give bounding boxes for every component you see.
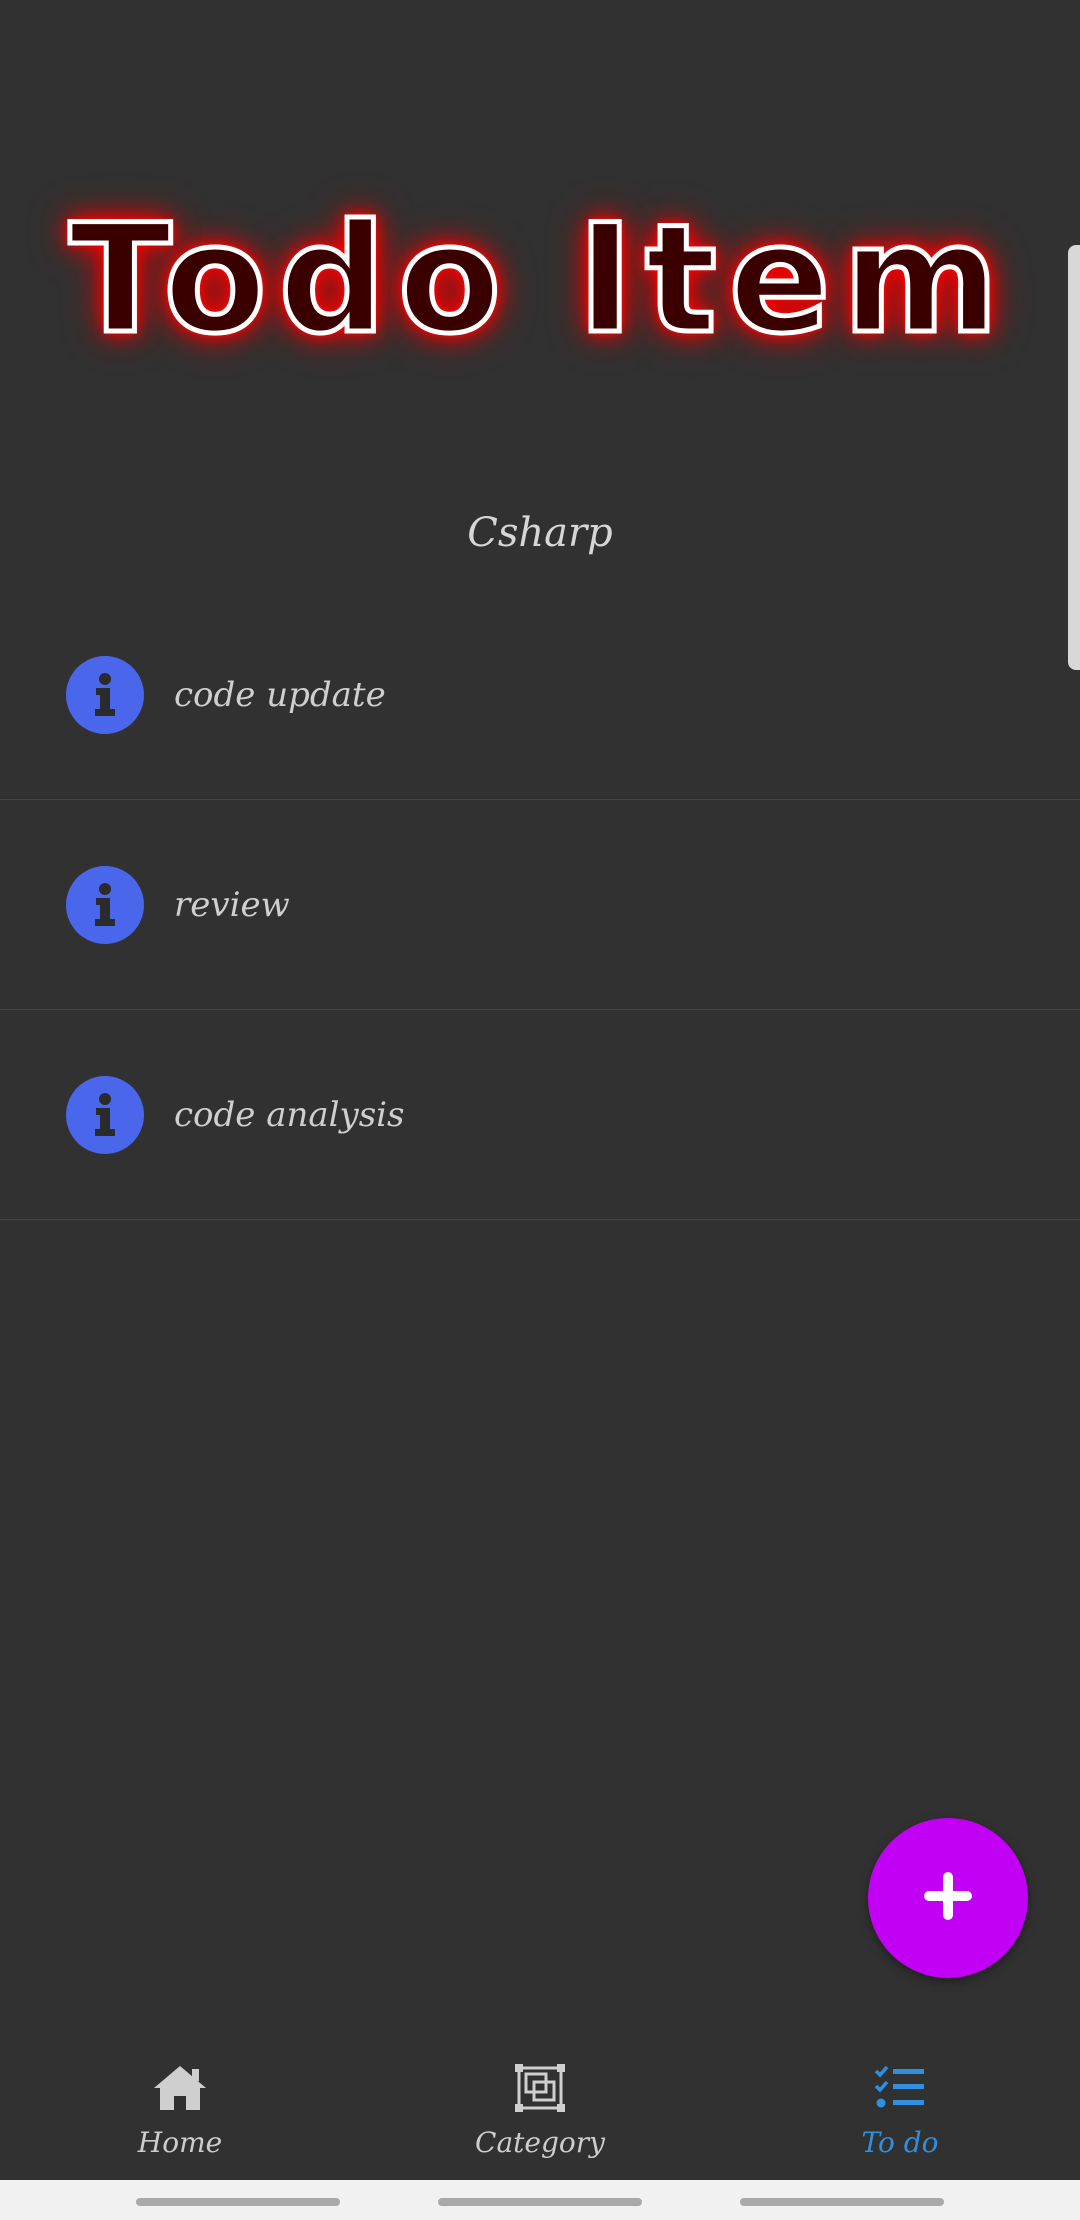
todo-item-label: review — [174, 884, 290, 925]
todo-list: code update review code analysis — [0, 590, 1080, 1220]
todo-item[interactable]: code update — [0, 590, 1080, 800]
plus-icon — [918, 1866, 978, 1930]
add-todo-button[interactable] — [868, 1818, 1028, 1978]
todo-list-icon — [870, 2058, 930, 2118]
todo-item[interactable]: review — [0, 800, 1080, 1010]
todo-item[interactable]: code analysis — [0, 1010, 1080, 1220]
todo-item-label: code update — [174, 674, 386, 715]
nav-label-todo: To do — [861, 2126, 939, 2159]
nav-item-todo[interactable]: To do — [720, 2030, 1080, 2180]
nav-label-category: Category — [475, 2126, 605, 2159]
system-nav-recents[interactable] — [136, 2198, 340, 2206]
system-nav-home[interactable] — [438, 2198, 642, 2206]
app-screen: Todo Item Csharp code update review code… — [0, 0, 1080, 2220]
home-icon — [150, 2058, 210, 2118]
nav-item-category[interactable]: Category — [360, 2030, 720, 2180]
category-title: Csharp — [467, 510, 613, 556]
info-icon — [66, 865, 144, 944]
system-navigation-bar — [0, 2180, 1080, 2220]
info-icon — [66, 655, 144, 734]
system-nav-back[interactable] — [740, 2198, 944, 2206]
header: Todo Item — [0, 185, 1080, 375]
todo-item-label: code analysis — [174, 1094, 405, 1135]
info-icon — [66, 1075, 144, 1154]
page-title: Todo Item — [67, 191, 1011, 370]
nav-item-home[interactable]: Home — [0, 2030, 360, 2180]
nav-label-home: Home — [137, 2126, 223, 2159]
bottom-navigation: Home Category To do — [0, 2030, 1080, 2180]
category-icon — [510, 2058, 570, 2118]
